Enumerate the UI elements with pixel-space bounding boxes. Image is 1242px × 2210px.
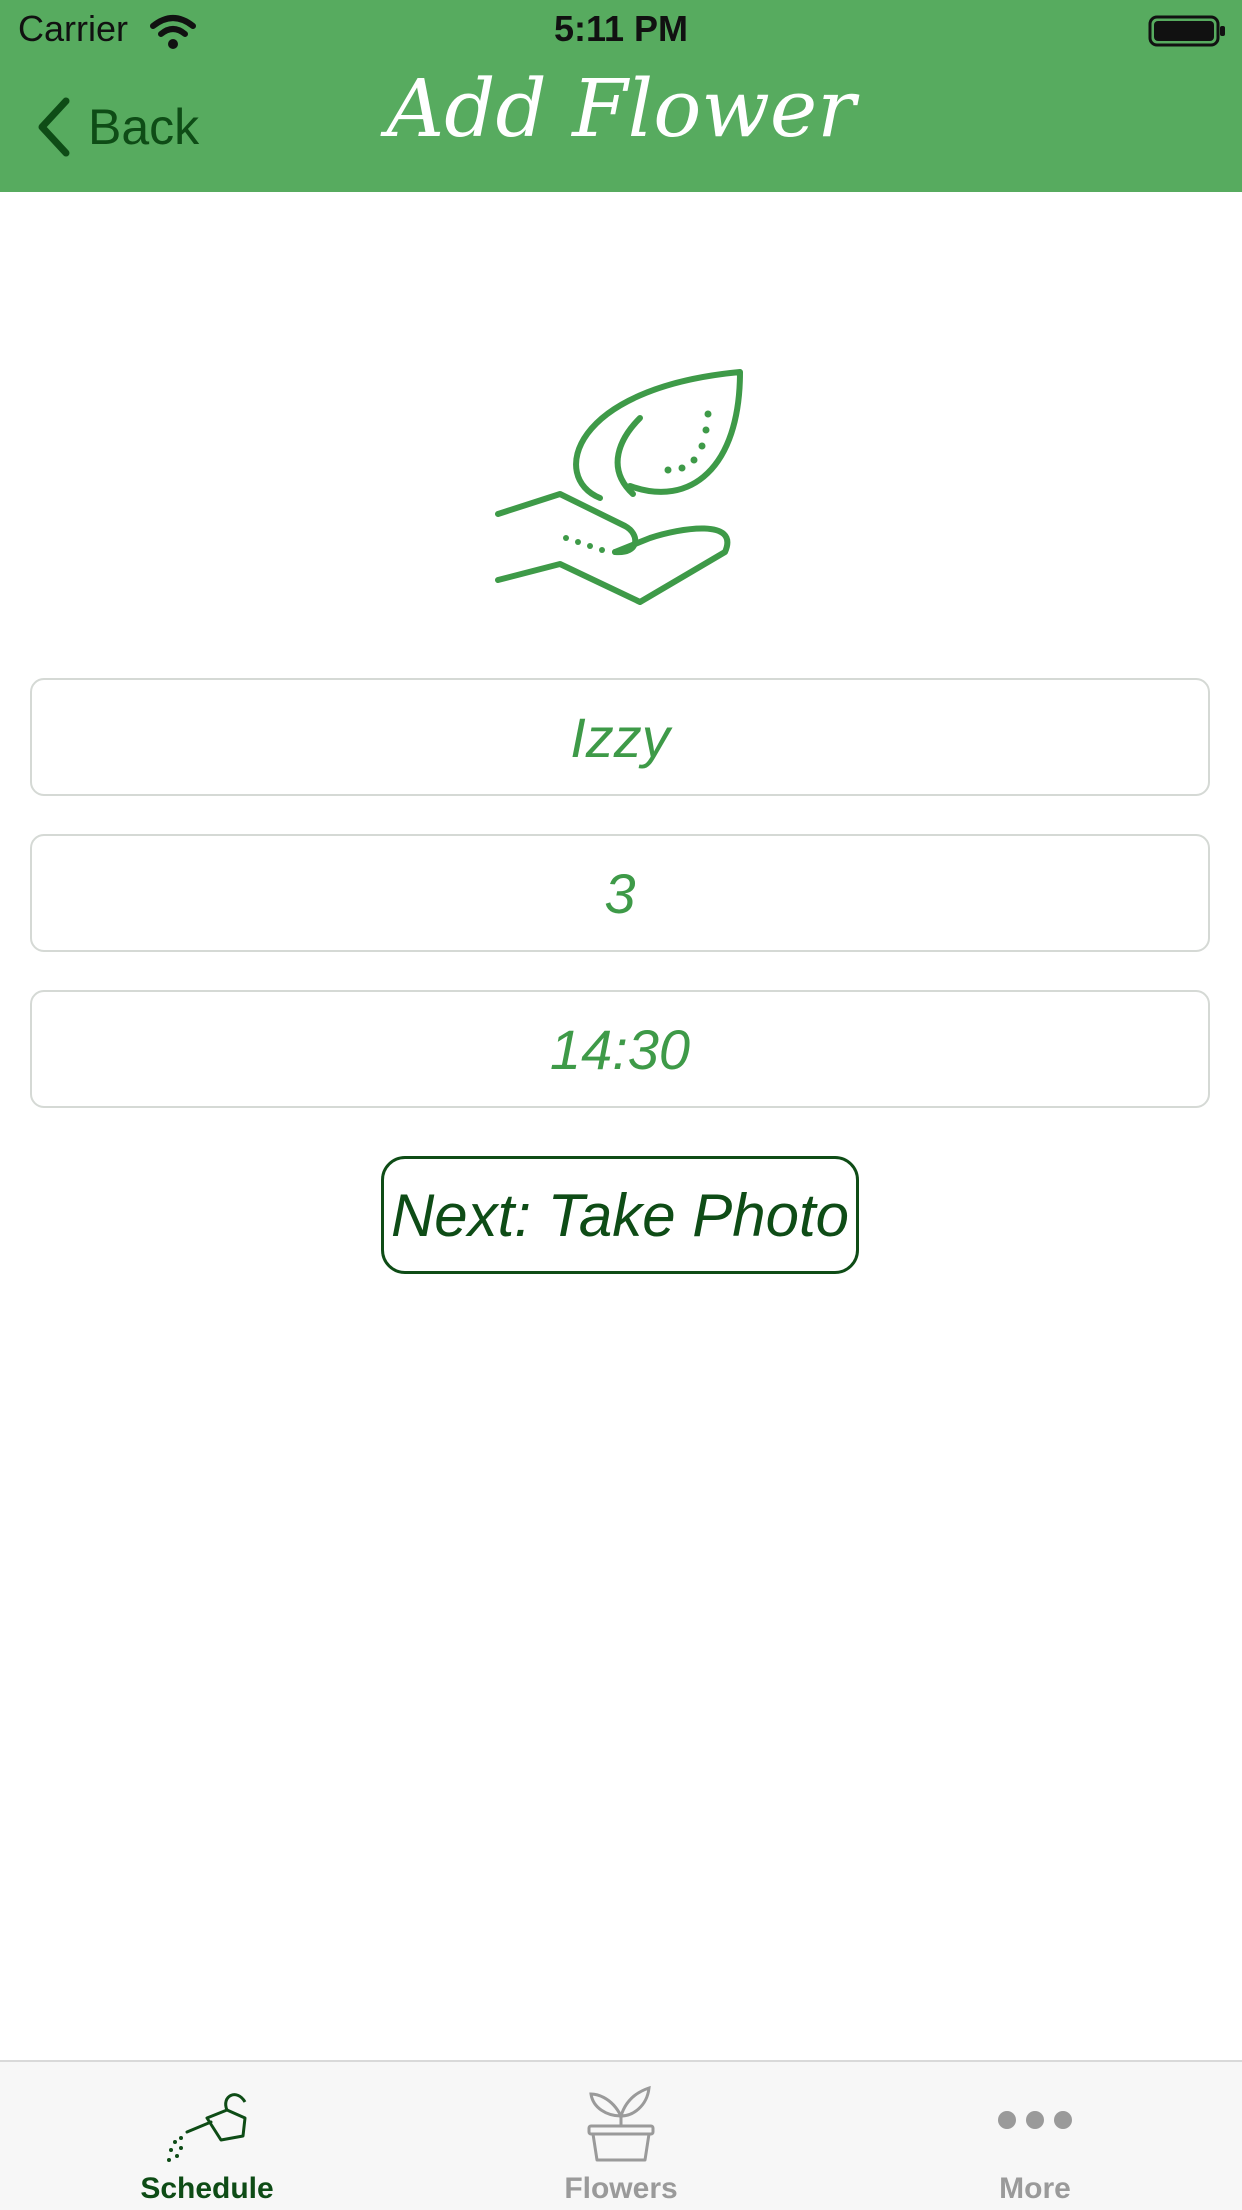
watering-interval-field[interactable]: 3 — [30, 834, 1210, 952]
hand-holding-leaf-icon — [495, 369, 743, 605]
tab-flowers[interactable]: Flowers — [414, 2062, 828, 2210]
flower-name-field[interactable]: Izzy — [30, 678, 1210, 796]
next-take-photo-button[interactable]: Next: Take Photo — [381, 1156, 859, 1274]
tab-label: Schedule — [140, 2172, 274, 2205]
status-time: 5:11 PM — [553, 8, 689, 49]
watering-time-field[interactable]: 14:30 — [30, 990, 1210, 1108]
potted-plant-icon — [587, 2085, 655, 2162]
battery-icon — [1148, 15, 1225, 47]
navigation-header: Carrier 5:11 PM Back Add Flower — [0, 0, 1242, 192]
more-dots-icon — [998, 2111, 1072, 2129]
page-title: Add Flower — [386, 62, 856, 155]
tab-label: More — [999, 2172, 1071, 2205]
watering-can-icon — [167, 2093, 247, 2162]
tab-schedule[interactable]: Schedule — [0, 2062, 414, 2210]
tab-more[interactable]: More — [828, 2062, 1242, 2210]
tab-label: Flowers — [564, 2172, 678, 2205]
tab-bar: Schedule Flowers More — [0, 2060, 1242, 2210]
